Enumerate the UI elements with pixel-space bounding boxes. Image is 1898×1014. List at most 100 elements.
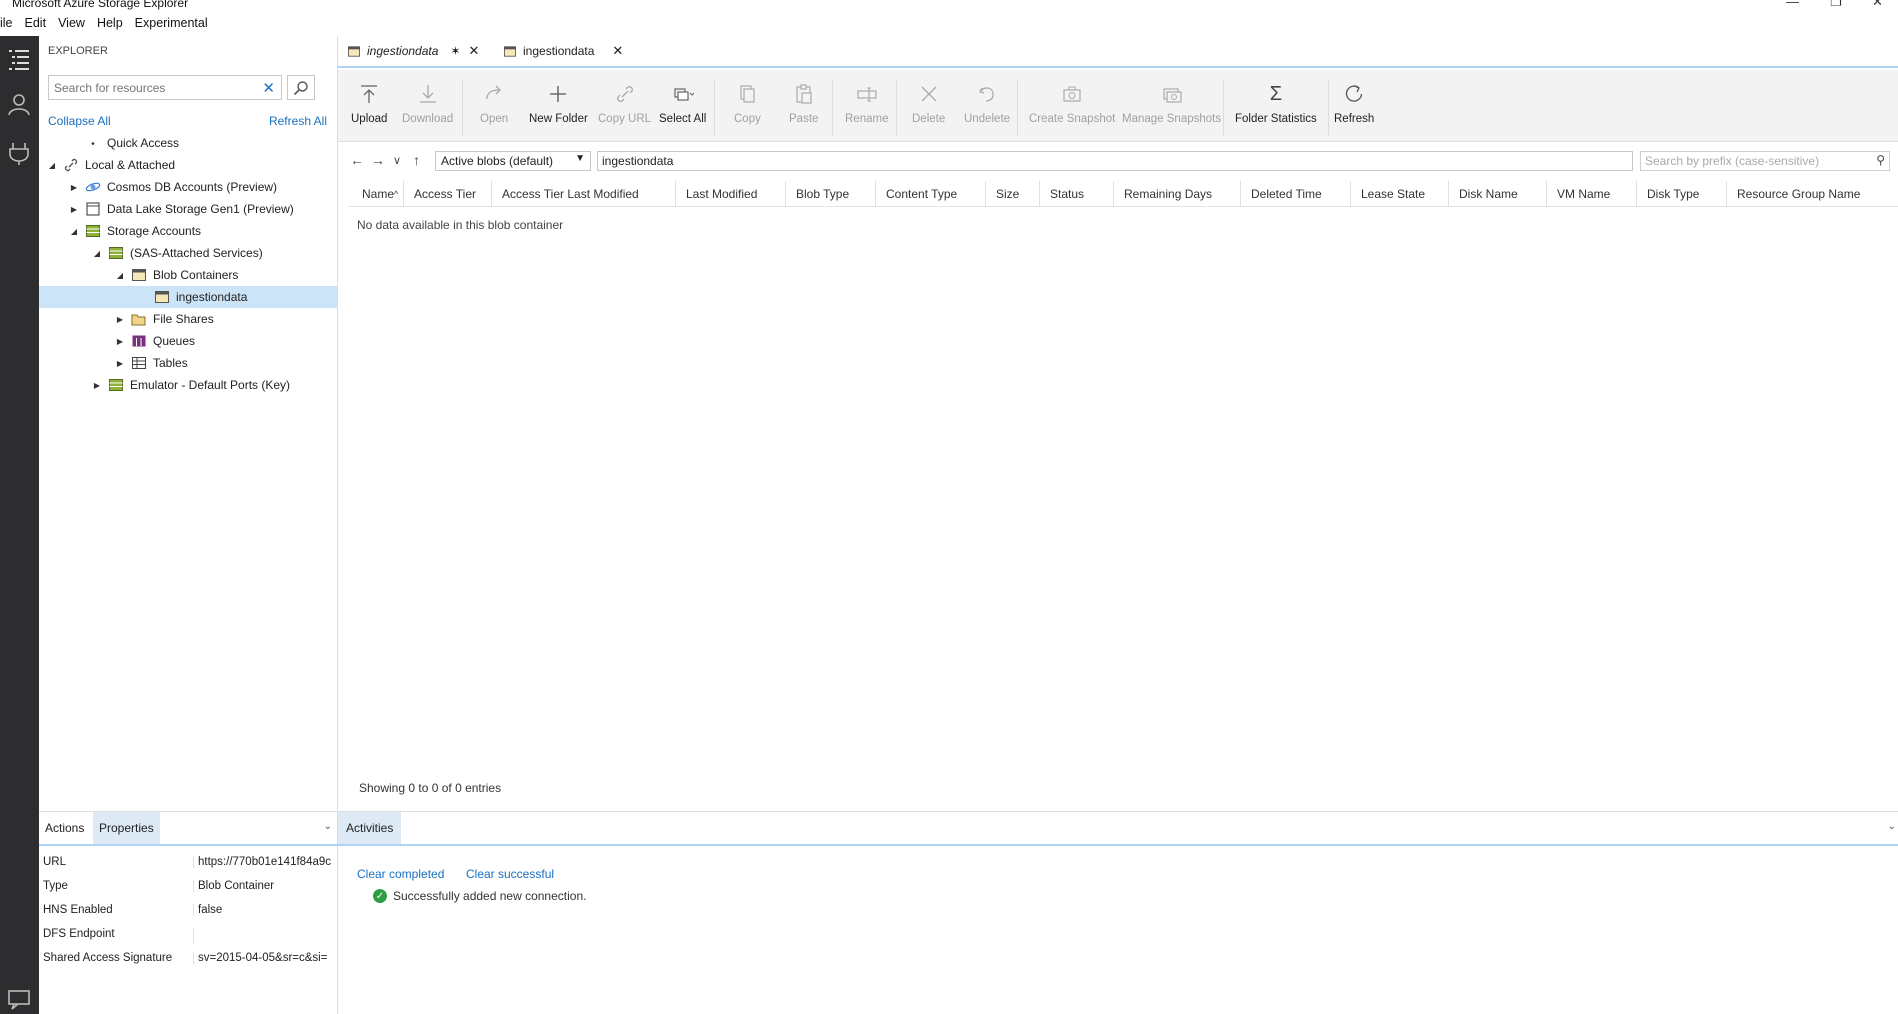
recent-locations-chevron-icon[interactable]: ∨ [393,154,401,167]
minimize-icon[interactable]: — [1786,0,1799,9]
expanded-arrow-icon[interactable]: ◢ [92,249,102,258]
rename-label: Rename [845,113,889,125]
clear-search-icon[interactable]: ✕ [262,79,275,97]
clear-successful-link[interactable]: Clear successful [466,867,554,881]
tree-node-emulator[interactable]: ▶ Emulator - Default Ports (Key) [39,374,337,396]
resource-search-input[interactable] [49,76,249,99]
view-mode-dropdown[interactable]: Active blobs (default) ▼ [435,151,591,171]
menu-view[interactable]: View [52,16,91,30]
tree-node-queues[interactable]: ▶ Queues [39,330,337,352]
collapsed-arrow-icon[interactable]: ▶ [69,205,79,214]
tab-activities[interactable]: Activities [338,812,402,844]
delete-button[interactable]: Delete [912,80,945,125]
collapsed-arrow-icon[interactable]: ▶ [115,315,125,324]
tree-node-data-lake[interactable]: ▶ Data Lake Storage Gen1 (Preview) [39,198,337,220]
blob-toolbar: Upload Download Open New Folder Copy URL… [338,70,1898,142]
menu-help[interactable]: Help [91,16,129,30]
collapsed-arrow-icon[interactable]: ▶ [69,183,79,192]
tree-node-storage-accounts[interactable]: ◢ Storage Accounts [39,220,337,242]
account-icon[interactable] [6,91,32,117]
close-tab-icon[interactable]: ✕ [612,43,623,59]
column-content-type[interactable]: Content Type [876,181,986,207]
collapsed-arrow-icon[interactable]: ▶ [92,381,102,390]
undelete-button[interactable]: Undelete [964,80,1010,125]
expanded-arrow-icon[interactable]: ◢ [115,271,125,280]
back-arrow-icon[interactable]: ← [350,152,364,168]
undelete-icon [979,87,994,102]
collapse-all-link[interactable]: Collapse All [48,114,111,128]
collapsed-arrow-icon[interactable]: ▶ [115,359,125,368]
search-button[interactable] [287,75,315,100]
manage-snapshots-button[interactable]: Manage Snapshots [1122,80,1221,125]
download-button[interactable]: Download [402,80,453,125]
feedback-icon[interactable] [6,986,32,1012]
tree-node-cosmos-db[interactable]: ▶ Cosmos DB Accounts (Preview) [39,176,337,198]
explorer-list-icon[interactable] [6,46,32,72]
expanded-arrow-icon[interactable]: ◢ [47,161,57,170]
clear-completed-link[interactable]: Clear completed [357,867,444,881]
column-status[interactable]: Status [1040,181,1114,207]
tree-node-local-attached[interactable]: ◢ Local & Attached [39,154,337,176]
tab-label: ingestiondata [523,44,595,58]
column-name[interactable]: Name ^ [348,181,404,207]
column-access-tier[interactable]: Access Tier [404,181,492,207]
menu-file[interactable]: ile [0,16,19,30]
property-row-dfs-endpoint: DFS Endpoint [43,928,337,948]
collapsed-arrow-icon[interactable]: ▶ [115,337,125,346]
column-vm-name[interactable]: VM Name [1547,181,1637,207]
column-last-modified[interactable]: Last Modified [676,181,786,207]
create-snapshot-button[interactable]: Create Snapshot [1029,80,1115,125]
link-icon [616,86,633,102]
column-size[interactable]: Size [986,181,1040,207]
tree-node-sas-attached[interactable]: ◢ (SAS-Attached Services) [39,242,337,264]
refresh-icon [1346,85,1363,102]
tab-ingestiondata[interactable]: ingestiondata ✕ [504,36,624,66]
chevron-down-icon[interactable]: ⌄ [324,821,332,832]
refresh-button[interactable]: Refresh [1334,80,1374,125]
column-resource-group-name[interactable]: Resource Group Name [1727,181,1898,207]
tab-ingestiondata-preview[interactable]: ingestiondata ✶ ✕ [348,36,479,66]
tree-node-blob-containers[interactable]: ◢ Blob Containers [39,264,337,286]
new-folder-button[interactable]: New Folder [529,80,588,125]
expanded-arrow-icon[interactable]: ◢ [69,227,79,236]
up-arrow-icon[interactable]: ↑ [413,152,420,168]
pin-icon[interactable]: ✶ [450,44,460,58]
tree-node-ingestiondata[interactable]: ingestiondata [39,286,337,308]
folder-statistics-button[interactable]: Σ Folder Statistics [1235,80,1317,126]
paste-button[interactable]: Paste [789,80,818,125]
upload-label: Upload [351,113,388,125]
chevron-down-icon[interactable]: ⌄ [1888,821,1896,832]
column-remaining-days[interactable]: Remaining Days [1114,181,1241,207]
forward-arrow-icon[interactable]: → [371,152,385,168]
tab-actions[interactable]: Actions [39,812,90,844]
restore-icon[interactable]: ❐ [1830,0,1842,10]
column-disk-type[interactable]: Disk Type [1637,181,1727,207]
tree-node-file-shares[interactable]: ▶ File Shares [39,308,337,330]
storage-account-icon [85,224,101,238]
close-window-icon[interactable]: ✕ [1872,0,1883,10]
column-lease-state[interactable]: Lease State [1351,181,1449,207]
tree-node-tables[interactable]: ▶ Tables [39,352,337,374]
column-deleted-time[interactable]: Deleted Time [1241,181,1351,207]
tab-properties[interactable]: Properties [93,812,160,844]
tree-node-quick-access[interactable]: ⋆ Quick Access [39,132,337,154]
column-disk-name[interactable]: Disk Name [1449,181,1547,207]
copy-url-button[interactable]: Copy URL [598,80,651,125]
refresh-all-link[interactable]: Refresh All [269,114,327,128]
select-all-button[interactable]: Select All [659,80,706,125]
column-blob-type[interactable]: Blob Type [786,181,876,207]
column-access-tier-last-modified[interactable]: Access Tier Last Modified [492,181,676,207]
menu-experimental[interactable]: Experimental [129,16,214,30]
open-button[interactable]: Open [480,80,508,125]
prefix-search-input[interactable]: Search by prefix (case-sensitive) ⚲ [1640,151,1890,171]
close-tab-icon[interactable]: ✕ [468,43,479,59]
search-icon[interactable]: ⚲ [1876,153,1885,167]
open-icon [486,85,501,100]
toolbar-separator [832,80,833,136]
plug-icon[interactable] [6,140,32,166]
menu-edit[interactable]: Edit [19,16,53,30]
rename-button[interactable]: Rename [845,80,888,125]
copy-button[interactable]: Copy [734,80,761,125]
upload-button[interactable]: Upload [351,80,387,125]
path-input[interactable]: ingestiondata [597,151,1633,171]
